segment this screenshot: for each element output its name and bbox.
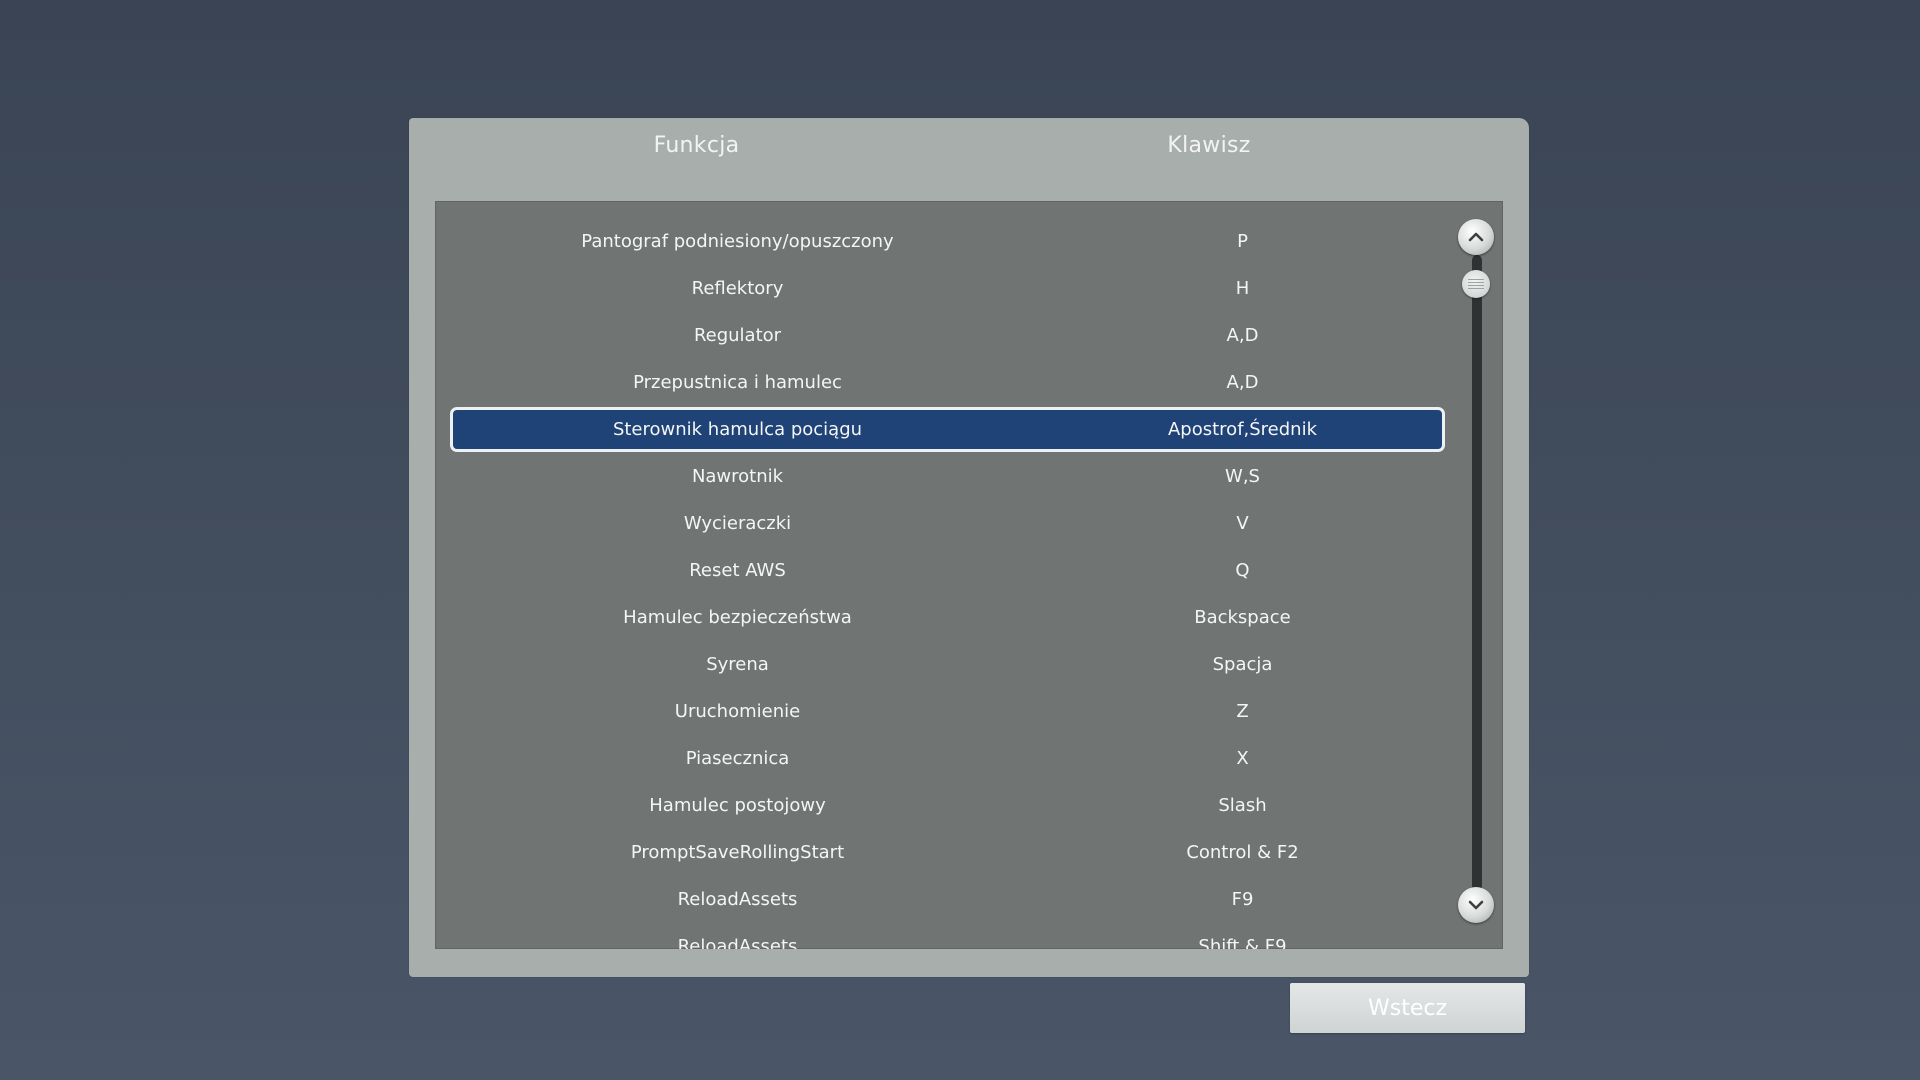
function-cell: Przepustnica i hamulec [633,372,842,393]
function-cell: Uruchomienie [674,701,801,722]
column-header-key: Klawisz [1167,133,1251,158]
table-row[interactable]: Syrena Spacja [435,641,1445,688]
scrollbar-track[interactable] [1472,255,1482,891]
column-header-function: Funkcja [653,133,740,158]
function-cell: Pantograf podniesiony/opuszczony [581,231,894,252]
keybindings-list[interactable]: Pantograf podniesiony/opuszczony P Reflekt… [435,201,1503,949]
table-row[interactable]: Regulator A,D [435,312,1445,359]
chevron-up-icon [1468,232,1484,242]
function-cell: Piasecznica [685,748,790,769]
table-row[interactable]: PromptSaveRollingStart Control & F2 [435,829,1445,876]
key-cell: W,S [1225,466,1260,487]
grip-line [1468,288,1484,289]
table-row[interactable]: Reflektory H [435,265,1445,312]
function-cell: Sterownik hamulca pociągu [612,419,863,440]
table-row[interactable]: Reset AWS Q [435,547,1445,594]
key-cell: X [1236,748,1249,769]
function-cell: Nawrotnik [691,466,784,487]
back-button[interactable]: Wstecz [1290,983,1525,1033]
key-cell: Shift & F9 [1198,936,1287,949]
key-cell: Z [1236,701,1249,722]
table-row[interactable]: Przepustnica i hamulec A,D [435,359,1445,406]
function-cell: ReloadAssets [677,936,798,949]
function-cell: Regulator [693,325,782,346]
key-cell: H [1235,278,1250,299]
table-row[interactable]: Piasecznica X [435,735,1445,782]
table-row[interactable]: Hamulec postojowy Slash [435,782,1445,829]
table-row[interactable]: Pantograf podniesiony/opuszczony P [435,218,1445,265]
table-row[interactable]: Uruchomienie Z [435,688,1445,735]
grip-line [1468,279,1484,280]
key-cell: F9 [1231,889,1254,910]
function-cell: Reflektory [691,278,784,299]
scrollbar-thumb[interactable] [1462,270,1490,298]
key-cell: P [1237,231,1248,252]
grip-line [1468,282,1484,283]
table-row[interactable]: Hamulec bezpieczeństwa Backspace [435,594,1445,641]
function-cell: Hamulec bezpieczeństwa [623,607,852,628]
table-row[interactable]: Sterownik hamulca pociągu Apostrof,Średni… [435,406,1445,453]
function-cell: Wycieraczki [683,513,792,534]
key-cell: A,D [1226,372,1259,393]
key-cell: Slash [1218,795,1267,816]
scroll-up-button[interactable] [1458,219,1494,255]
key-cell: A,D [1226,325,1259,346]
key-cell: Spacja [1212,654,1273,675]
function-cell: Hamulec postojowy [649,795,826,816]
key-cell: Q [1235,560,1250,581]
key-cell: Backspace [1194,607,1291,628]
key-cell: Control & F2 [1186,842,1299,863]
key-cell: V [1236,513,1249,534]
function-cell: Syrena [706,654,769,675]
chevron-down-icon [1468,900,1484,910]
table-row[interactable]: ReloadAssets Shift & F9 [435,923,1445,949]
key-cell: Apostrof,Średnik [1167,419,1318,440]
keybindings-rows: Pantograf podniesiony/opuszczony P Reflekt… [435,218,1445,949]
grip-line [1468,285,1484,286]
function-cell: ReloadAssets [677,889,798,910]
function-cell: PromptSaveRollingStart [630,842,845,863]
keybindings-panel: Funkcja Klawisz Pantograf podniesiony/op… [409,118,1529,977]
table-row[interactable]: ReloadAssets F9 [435,876,1445,923]
scroll-down-button[interactable] [1458,887,1494,923]
table-row[interactable]: Wycieraczki V [435,500,1445,547]
function-cell: Reset AWS [689,560,786,581]
table-row[interactable]: Nawrotnik W,S [435,453,1445,500]
